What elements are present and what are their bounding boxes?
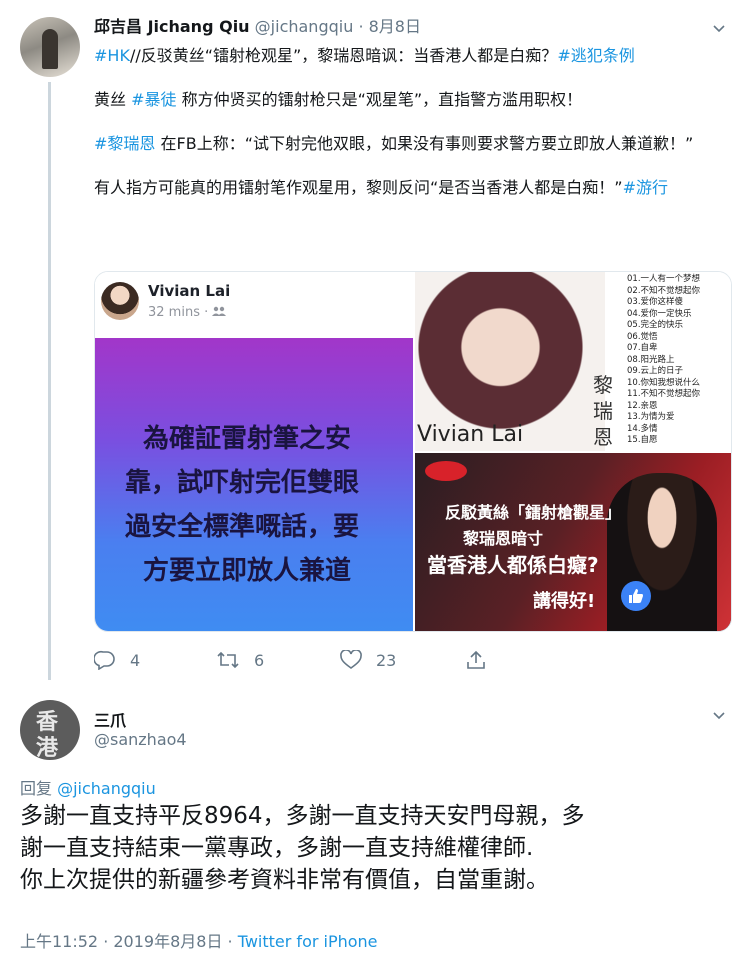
tweet2-body: 多謝一直支持平反8964，多謝一直支持天安門母親，多 謝一直支持結束一黨專政，多… bbox=[20, 800, 735, 896]
timestamp[interactable]: 上午11:52 · 2019年8月8日 · bbox=[20, 932, 238, 951]
tweet2-meta: 上午11:52 · 2019年8月8日 · Twitter for iPhone bbox=[20, 928, 378, 952]
body-text: //反驳黄丝“镭射枪观星”，黎瑞恩暗讽：当香港人都是白痴？ bbox=[129, 46, 558, 65]
handle[interactable]: @sanzhao4 bbox=[94, 730, 187, 749]
fb-line: 方要立即放人兼道 bbox=[143, 556, 352, 586]
news-line: 黎瑞恩暗寸 bbox=[463, 529, 544, 548]
hashtag-hk[interactable]: #HK bbox=[94, 46, 130, 65]
retweet-button[interactable]: 6 bbox=[216, 650, 264, 670]
thumbs-up-icon bbox=[621, 581, 651, 611]
reply-count: 4 bbox=[130, 650, 141, 670]
reply-icon bbox=[94, 650, 115, 670]
hashtag-march[interactable]: #游行 bbox=[623, 178, 668, 197]
display-name[interactable]: 邱吉昌 Jichang Qiu bbox=[94, 17, 250, 36]
tweet1-header: 邱吉昌 Jichang Qiu @jichangqiu · 8月8日 bbox=[94, 16, 421, 38]
body-line: 多謝一直支持平反8964，多謝一直支持天安門母親，多 bbox=[20, 803, 585, 829]
media-album-cover[interactable]: Vivian Lai 黎 瑞 恩 01.一人有一个梦想 02.不知不觉想起你 03.… bbox=[415, 272, 731, 451]
reply-context: 回复 @jichangqiu bbox=[20, 775, 156, 799]
fb-name: Vivian Lai bbox=[148, 282, 231, 300]
hashtag-law[interactable]: #逃犯条例 bbox=[557, 46, 634, 65]
retweet-count: 6 bbox=[254, 650, 265, 670]
avatar-sanzhao4[interactable]: 香 港 bbox=[20, 700, 80, 760]
body-text: 称方仲贤买的镭射枪只是“观星笔”，直指警方滥用职权！ bbox=[176, 90, 583, 109]
fb-avatar bbox=[101, 282, 139, 320]
fb-post-banner: 為確証雷射筆之安 靠，試吓射完佢雙眼 過安全標準嘅話，要 方要立即放人兼道 bbox=[95, 338, 413, 631]
heart-icon bbox=[340, 650, 362, 669]
source-link[interactable]: Twitter for iPhone bbox=[238, 932, 378, 951]
news-line: 當香港人都係白癡? bbox=[427, 553, 599, 577]
tweet1-actions: 4 6 23 bbox=[94, 650, 514, 674]
like-button[interactable]: 23 bbox=[340, 650, 396, 670]
display-name[interactable]: 三爪 bbox=[94, 707, 126, 731]
media-news-graphic[interactable]: 反駁黃絲「鐳射槍觀星」 黎瑞恩暗寸 當香港人都係白癡? 講得好! bbox=[415, 453, 731, 631]
share-icon bbox=[467, 650, 485, 669]
reply-label: 回复 bbox=[20, 779, 58, 798]
body-line: 謝一直支持結束一黨專政，多謝一直支持維權律師. bbox=[20, 835, 534, 861]
fb-line: 過安全標準嘅話，要 bbox=[125, 512, 360, 542]
tweet-date[interactable]: 8月8日 bbox=[369, 17, 421, 36]
album-cn-name: 黎 瑞 恩 bbox=[593, 373, 613, 449]
news-line: 反駁黃絲「鐳射槍觀星」 bbox=[445, 503, 622, 522]
media-grid[interactable]: Vivian Lai 32 mins · 為確証雷射筆之安 靠，試吓射完佢雙眼 … bbox=[94, 271, 732, 632]
album-name: Vivian Lai bbox=[417, 422, 524, 447]
reply-to-link[interactable]: @jichangqiu bbox=[57, 779, 156, 798]
news-logo bbox=[425, 461, 467, 481]
chevron-down-icon[interactable] bbox=[713, 710, 725, 722]
news-photo bbox=[607, 473, 717, 631]
friends-icon bbox=[212, 306, 227, 316]
body-text: 在FB上称：“试下射完他双眼，如果没有事则要求警方要立即放人兼道歉！” bbox=[155, 134, 694, 153]
track-list: 01.一人有一个梦想 02.不知不觉想起你 03.爱你这样傻 04.爱你一定快乐 05… bbox=[627, 274, 701, 445]
share-button[interactable] bbox=[465, 650, 501, 670]
tweet1-body: #HK//反驳黄丝“镭射枪观星”，黎瑞恩暗讽：当香港人都是白痴？#逃犯条例 黄丝… bbox=[94, 44, 726, 220]
news-line: 講得好! bbox=[533, 591, 596, 612]
reply-button[interactable]: 4 bbox=[94, 650, 140, 670]
thread-line bbox=[48, 82, 51, 680]
retweet-icon bbox=[217, 651, 239, 669]
media-facebook-screenshot[interactable]: Vivian Lai 32 mins · 為確証雷射筆之安 靠，試吓射完佢雙眼 … bbox=[95, 272, 413, 631]
body-text: 有人指方可能真的用镭射笔作观星用，黎则反问“是否当香港人都是白痴！” bbox=[94, 178, 623, 197]
handle[interactable]: @jichangqiu bbox=[255, 17, 354, 36]
fb-time: 32 mins · bbox=[148, 305, 227, 320]
hashtag-name[interactable]: #黎瑞恩 bbox=[94, 134, 155, 153]
like-count: 23 bbox=[376, 650, 397, 670]
separator: · bbox=[358, 17, 364, 36]
fb-line: 為確証雷射筆之安 bbox=[143, 424, 352, 454]
body-text: 黄丝 bbox=[94, 90, 132, 109]
body-line: 你上次提供的新疆參考資料非常有價值，自當重謝。 bbox=[20, 867, 549, 893]
fb-line: 靠，試吓射完佢雙眼 bbox=[125, 468, 360, 498]
chevron-down-icon[interactable] bbox=[713, 23, 725, 35]
avatar-jichangqiu[interactable] bbox=[20, 17, 80, 77]
hashtag-thug[interactable]: #暴徒 bbox=[131, 90, 176, 109]
